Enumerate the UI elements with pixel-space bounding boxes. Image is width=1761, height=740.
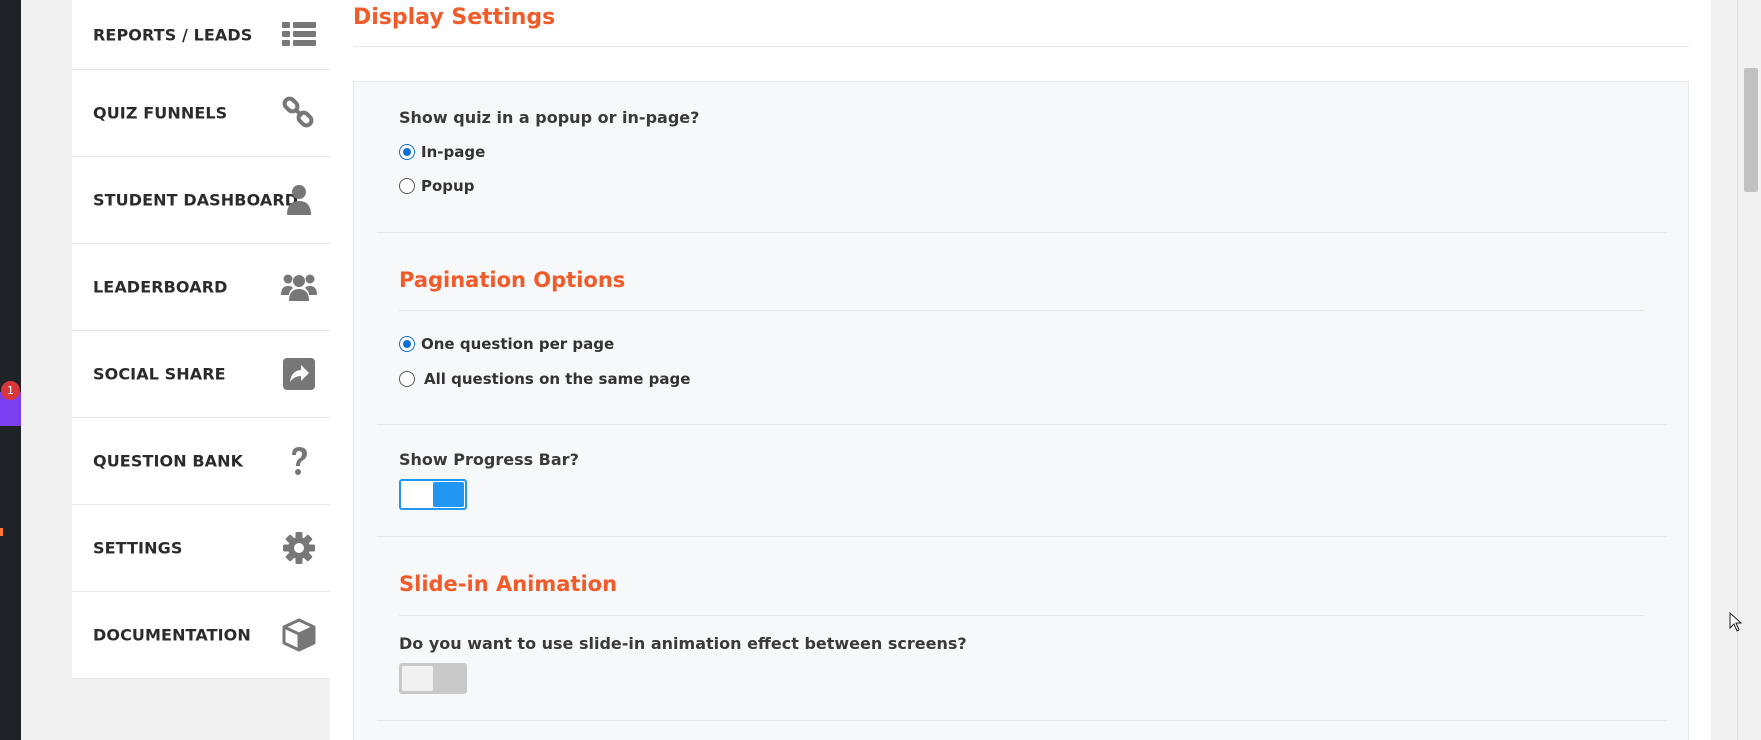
sidebar-item-leaderboard[interactable]: LEADERBOARD [72, 244, 330, 331]
progress-bar-toggle[interactable] [399, 479, 467, 510]
sidebar-item-quiz-funnels[interactable]: QUIZ FUNNELS [72, 70, 330, 157]
scrollbar-thumb[interactable] [1744, 68, 1758, 192]
radio-label: One question per page [421, 335, 615, 353]
title-divider [353, 46, 1689, 47]
sidebar-item-student-dashboard[interactable]: STUDENT DASHBOARD [72, 157, 330, 244]
settings-panel: Display Settings Show quiz in a popup or… [330, 0, 1711, 740]
sidebar-item-label: SOCIAL SHARE [93, 364, 226, 384]
section-divider [377, 424, 1667, 425]
sidebar-menu: REPORTS / LEADS QUIZ FUNNELS STUDENT DAS… [72, 0, 330, 679]
radio-label: All questions on the same page [424, 370, 691, 388]
sidebar-item-label: QUIZ FUNNELS [93, 103, 228, 123]
toggle-knob [402, 666, 433, 691]
section-divider [377, 536, 1667, 537]
users-icon [280, 268, 318, 306]
slide-in-toggle[interactable] [399, 663, 467, 694]
admin-bar-marker [0, 528, 3, 536]
radio-all-same-page[interactable]: All questions on the same page [399, 370, 690, 388]
share-icon [280, 355, 318, 393]
pagination-title-divider [399, 310, 1644, 311]
radio-button-checked[interactable] [399, 336, 415, 352]
settings-card: Show quiz in a popup or in-page? In-page… [353, 81, 1689, 740]
section-divider [377, 720, 1667, 721]
sidebar-item-documentation[interactable]: DOCUMENTATION [72, 592, 330, 679]
user-icon [280, 181, 318, 219]
question-icon [280, 442, 318, 480]
sidebar-item-label: LEADERBOARD [93, 277, 228, 297]
radio-button-checked[interactable] [399, 144, 415, 160]
sidebar-item-settings[interactable]: SETTINGS [72, 505, 330, 592]
sidebar-item-label: DOCUMENTATION [93, 625, 251, 645]
radio-in-page[interactable]: In-page [399, 143, 485, 161]
toggle-knob [433, 482, 464, 507]
notification-badge: 1 [1, 381, 20, 400]
sidebar-item-question-bank[interactable]: QUESTION BANK [72, 418, 330, 505]
sidebar-item-social-share[interactable]: SOCIAL SHARE [72, 331, 330, 418]
link-icon [280, 94, 318, 132]
radio-label: In-page [421, 143, 486, 161]
sidebar-item-reports-leads[interactable]: REPORTS / LEADS [72, 0, 330, 70]
page-title: Display Settings [353, 5, 556, 30]
display-mode-label: Show quiz in a popup or in-page? [399, 108, 700, 127]
sidebar-item-label: SETTINGS [93, 538, 183, 558]
list-icon [280, 16, 318, 54]
radio-label: Popup [421, 177, 475, 195]
slide-in-title: Slide-in Animation [399, 572, 618, 596]
mouse-cursor-icon [1729, 612, 1743, 632]
gear-icon [280, 529, 318, 567]
sidebar-item-label: STUDENT DASHBOARD [93, 190, 299, 210]
cube-icon [280, 616, 318, 654]
radio-button[interactable] [399, 178, 415, 194]
radio-popup[interactable]: Popup [399, 177, 474, 195]
section-divider [377, 232, 1667, 233]
slide-in-label: Do you want to use slide-in animation ef… [399, 634, 967, 653]
sidebar: REPORTS / LEADS QUIZ FUNNELS STUDENT DAS… [72, 0, 330, 740]
sidebar-item-label: REPORTS / LEADS [93, 25, 253, 44]
admin-bar [0, 0, 21, 740]
slide-in-title-divider [399, 615, 1644, 616]
progress-bar-label: Show Progress Bar? [399, 450, 579, 469]
radio-one-per-page[interactable]: One question per page [399, 335, 614, 353]
radio-button[interactable] [399, 371, 415, 387]
pagination-title: Pagination Options [399, 268, 626, 292]
sidebar-item-label: QUESTION BANK [93, 451, 244, 471]
